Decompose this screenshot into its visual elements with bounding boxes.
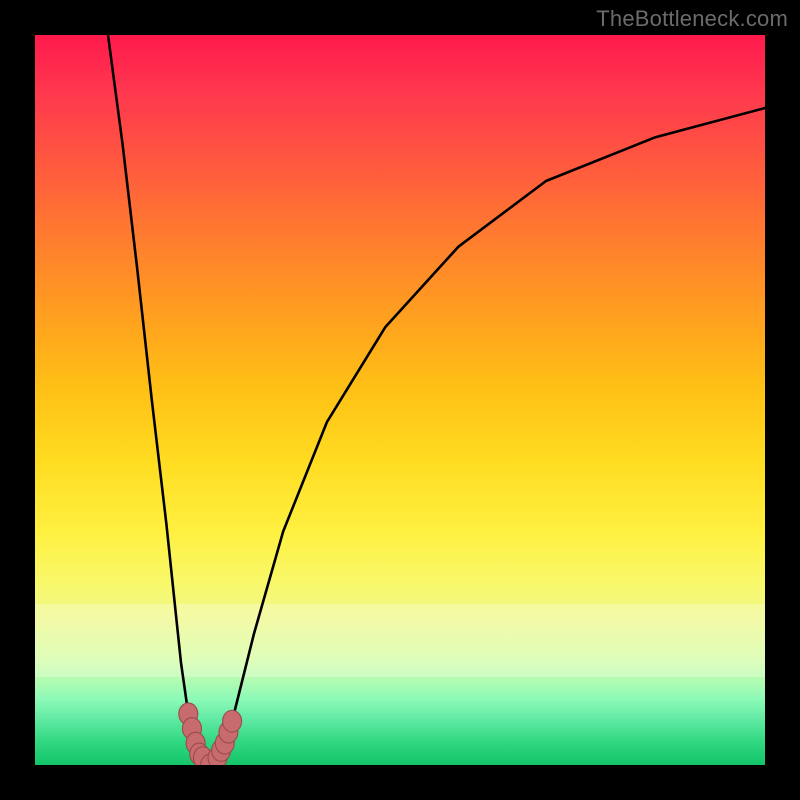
plot-area	[35, 35, 765, 765]
watermark-text: TheBottleneck.com	[596, 6, 788, 32]
chart-frame: TheBottleneck.com	[0, 0, 800, 800]
curve-curve-right	[210, 108, 765, 765]
curve-curve-left	[108, 35, 210, 765]
marker-dot	[223, 710, 242, 732]
curve-layer	[35, 35, 765, 765]
